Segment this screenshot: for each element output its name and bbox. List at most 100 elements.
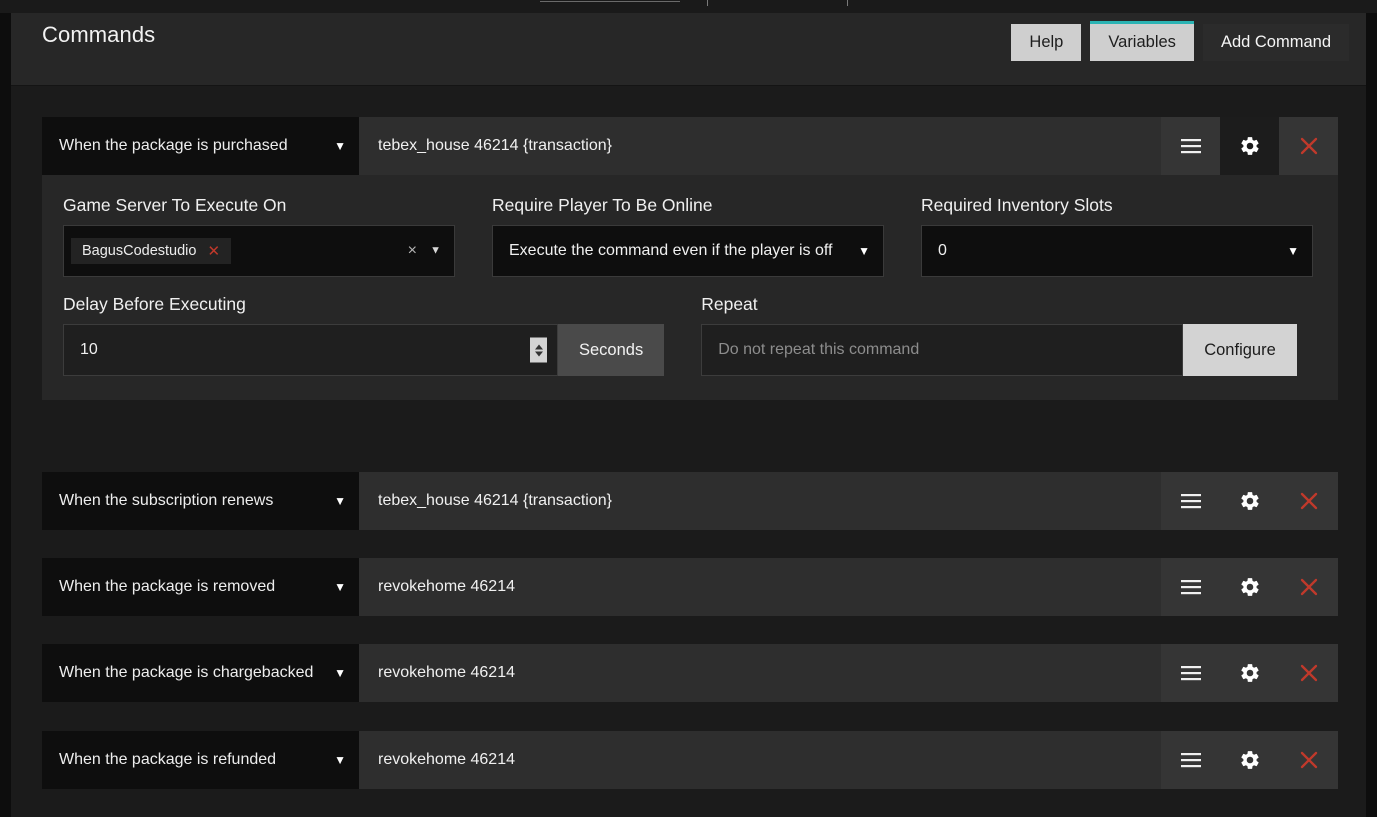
top-chrome-underline bbox=[540, 1, 680, 2]
command-settings-button[interactable] bbox=[1220, 117, 1279, 175]
remove-tag-icon[interactable]: ✕ bbox=[207, 244, 220, 259]
clear-selection-icon[interactable]: × bbox=[408, 243, 417, 259]
command-text-input[interactable]: tebex_house 46214 {transaction} bbox=[359, 117, 1161, 175]
command-text-value: revokehome 46214 bbox=[378, 664, 515, 681]
command-block: When the package is purchased ▼ tebex_ho… bbox=[42, 117, 1338, 400]
command-block: When the subscription renews ▼ tebex_hou… bbox=[42, 472, 1338, 530]
close-icon bbox=[1300, 492, 1317, 510]
command-actions bbox=[1161, 472, 1338, 530]
game-server-tag[interactable]: BagusCodestudio ✕ bbox=[71, 238, 232, 264]
chevron-down-icon: ▼ bbox=[334, 580, 346, 594]
repeat-configure-button[interactable]: Configure bbox=[1183, 324, 1297, 376]
delete-command-button[interactable] bbox=[1279, 117, 1338, 175]
game-server-label: Game Server To Execute On bbox=[63, 195, 287, 215]
top-chrome-strip bbox=[0, 0, 1377, 13]
chevron-down-icon: ▼ bbox=[1287, 244, 1299, 258]
delay-unit-addon: Seconds bbox=[558, 324, 665, 376]
require-online-field: Require Player To Be Online Execute the … bbox=[492, 195, 884, 277]
delete-command-button[interactable] bbox=[1279, 558, 1338, 616]
command-block: When the package is chargebacked ▼ revok… bbox=[42, 644, 1338, 702]
add-command-button-wrap: Add Command bbox=[1202, 24, 1349, 61]
require-online-select[interactable]: Execute the command even if the player i… bbox=[492, 225, 884, 277]
chevron-down-icon[interactable]: ▼ bbox=[430, 245, 441, 257]
inventory-slots-label: Required Inventory Slots bbox=[921, 195, 1113, 215]
commands-panel: Commands Help Variables Add Command When… bbox=[11, 13, 1366, 817]
repeat-label: Repeat bbox=[701, 294, 758, 314]
gear-icon bbox=[1240, 664, 1259, 682]
command-trigger-select[interactable]: When the package is purchased ▼ bbox=[42, 117, 359, 175]
command-trigger-select[interactable]: When the package is removed ▼ bbox=[42, 558, 359, 616]
delete-command-button[interactable] bbox=[1279, 644, 1338, 702]
command-row: When the subscription renews ▼ tebex_hou… bbox=[42, 472, 1338, 530]
inventory-slots-value: 0 bbox=[938, 242, 947, 259]
top-chrome-divider-1 bbox=[707, 0, 708, 6]
close-icon bbox=[1300, 664, 1317, 682]
close-icon bbox=[1300, 578, 1317, 596]
repeat-input[interactable]: Do not repeat this command bbox=[701, 324, 1184, 376]
delete-command-button[interactable] bbox=[1279, 472, 1338, 530]
command-trigger-select[interactable]: When the package is refunded ▼ bbox=[42, 731, 359, 789]
drag-handle-button[interactable] bbox=[1161, 558, 1220, 616]
hamburger-icon bbox=[1180, 580, 1201, 595]
command-trigger-label: When the package is purchased bbox=[59, 137, 288, 154]
delay-value: 10 bbox=[80, 341, 98, 358]
repeat-placeholder: Do not repeat this command bbox=[718, 341, 920, 358]
game-server-field: Game Server To Execute On BagusCodestudi… bbox=[63, 195, 455, 277]
drag-handle-button[interactable] bbox=[1161, 644, 1220, 702]
delay-input[interactable]: 10 bbox=[63, 324, 558, 376]
gear-icon bbox=[1240, 578, 1259, 596]
command-row: When the package is chargebacked ▼ revok… bbox=[42, 644, 1338, 702]
command-trigger-label: When the package is removed bbox=[59, 578, 276, 595]
delay-input-group: 10 Seconds bbox=[63, 324, 665, 376]
variables-active-accent bbox=[1090, 21, 1194, 24]
command-actions bbox=[1161, 644, 1338, 702]
inventory-slots-select[interactable]: 0 ▼ bbox=[921, 225, 1313, 277]
command-row: When the package is purchased ▼ tebex_ho… bbox=[42, 117, 1338, 175]
panel-header: Commands Help Variables Add Command bbox=[11, 13, 1366, 86]
command-text-input[interactable]: tebex_house 46214 {transaction} bbox=[359, 472, 1161, 530]
game-server-tag-label: BagusCodestudio bbox=[82, 243, 197, 259]
top-chrome-divider-2 bbox=[847, 0, 848, 6]
drag-handle-button[interactable] bbox=[1161, 472, 1220, 530]
command-actions bbox=[1161, 117, 1338, 175]
drag-handle-button[interactable] bbox=[1161, 117, 1220, 175]
command-text-input[interactable]: revokehome 46214 bbox=[359, 644, 1161, 702]
game-server-multiselect[interactable]: BagusCodestudio ✕ × ▼ bbox=[63, 225, 455, 277]
command-text-input[interactable]: revokehome 46214 bbox=[359, 558, 1161, 616]
command-settings-panel: Game Server To Execute On BagusCodestudi… bbox=[42, 175, 1338, 400]
header-actions: Help Variables Add Command bbox=[1011, 21, 1349, 61]
command-settings-button[interactable] bbox=[1220, 731, 1279, 789]
command-trigger-select[interactable]: When the subscription renews ▼ bbox=[42, 472, 359, 530]
hamburger-icon bbox=[1180, 139, 1201, 154]
delete-command-button[interactable] bbox=[1279, 731, 1338, 789]
command-block: When the package is refunded ▼ revokehom… bbox=[42, 731, 1338, 789]
stepper-down-icon[interactable] bbox=[534, 351, 543, 356]
command-trigger-select[interactable]: When the package is chargebacked ▼ bbox=[42, 644, 359, 702]
repeat-field: Repeat Do not repeat this command Config… bbox=[701, 294, 1297, 376]
hamburger-icon bbox=[1180, 494, 1201, 509]
command-text-input[interactable]: revokehome 46214 bbox=[359, 731, 1161, 789]
add-command-button[interactable]: Add Command bbox=[1202, 24, 1349, 61]
command-text-value: revokehome 46214 bbox=[378, 578, 515, 595]
delay-stepper[interactable] bbox=[530, 337, 547, 363]
page-title: Commands bbox=[42, 22, 156, 47]
command-settings-button[interactable] bbox=[1220, 472, 1279, 530]
variables-button-wrap: Variables bbox=[1090, 21, 1194, 61]
gear-icon bbox=[1240, 137, 1259, 155]
close-icon bbox=[1300, 751, 1317, 769]
stepper-up-icon[interactable] bbox=[534, 344, 543, 349]
command-block: When the package is removed ▼ revokehome… bbox=[42, 558, 1338, 616]
drag-handle-button[interactable] bbox=[1161, 731, 1220, 789]
command-trigger-label: When the package is chargebacked bbox=[59, 664, 314, 681]
settings-row-1: Game Server To Execute On BagusCodestudi… bbox=[63, 195, 1317, 277]
command-settings-button[interactable] bbox=[1220, 644, 1279, 702]
command-settings-button[interactable] bbox=[1220, 558, 1279, 616]
command-text-value: tebex_house 46214 {transaction} bbox=[378, 492, 612, 509]
delay-label: Delay Before Executing bbox=[63, 294, 246, 314]
variables-button[interactable]: Variables bbox=[1090, 24, 1194, 61]
command-row: When the package is refunded ▼ revokehom… bbox=[42, 731, 1338, 789]
help-button[interactable]: Help bbox=[1011, 24, 1082, 61]
repeat-input-group: Do not repeat this command Configure bbox=[701, 324, 1297, 376]
chevron-down-icon: ▼ bbox=[334, 666, 346, 680]
gear-icon bbox=[1240, 492, 1259, 510]
